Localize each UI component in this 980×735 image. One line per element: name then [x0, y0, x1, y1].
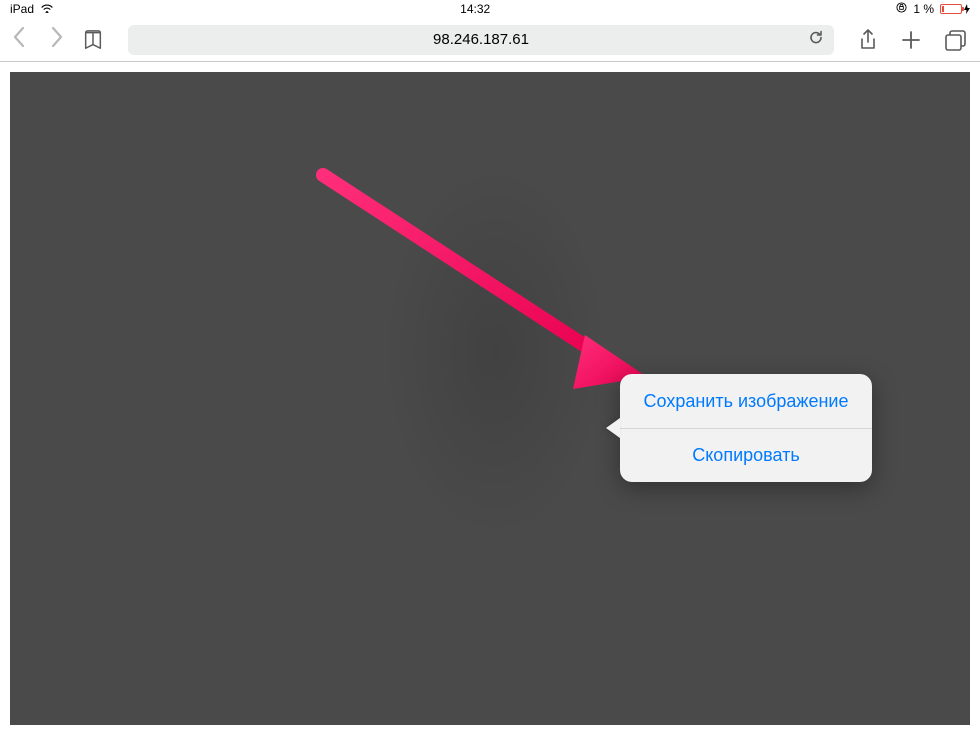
status-right: 1 %	[896, 2, 970, 16]
battery-percent: 1 %	[913, 2, 934, 16]
back-button[interactable]	[12, 26, 26, 53]
charging-icon	[964, 4, 970, 14]
tabs-button[interactable]	[944, 29, 968, 51]
browser-toolbar: 98.246.187.61	[0, 18, 980, 62]
status-bar: iPad 14:32 1 %	[0, 0, 980, 18]
status-time: 14:32	[460, 2, 490, 16]
new-tab-button[interactable]	[900, 29, 922, 51]
share-button[interactable]	[858, 28, 878, 52]
bookmarks-button[interactable]	[82, 29, 104, 51]
orientation-lock-icon	[896, 2, 907, 16]
toolbar-right-actions	[858, 28, 968, 52]
status-left: iPad	[10, 2, 54, 16]
address-text: 98.246.187.61	[433, 31, 529, 48]
copy-menu-item[interactable]: Скопировать	[620, 428, 872, 482]
wifi-icon	[40, 2, 54, 16]
device-label: iPad	[10, 2, 34, 16]
battery-icon	[940, 4, 970, 14]
image-viewer-background[interactable]: Сохранить изображение Скопировать	[10, 72, 970, 725]
context-menu-popover: Сохранить изображение Скопировать	[620, 374, 872, 482]
image-placeholder	[380, 162, 610, 542]
address-bar[interactable]: 98.246.187.61	[128, 25, 834, 55]
nav-arrows	[12, 26, 64, 53]
save-image-menu-item[interactable]: Сохранить изображение	[620, 374, 872, 428]
forward-button[interactable]	[50, 26, 64, 53]
reload-button[interactable]	[808, 29, 824, 50]
page-content: Сохранить изображение Скопировать	[0, 62, 980, 735]
